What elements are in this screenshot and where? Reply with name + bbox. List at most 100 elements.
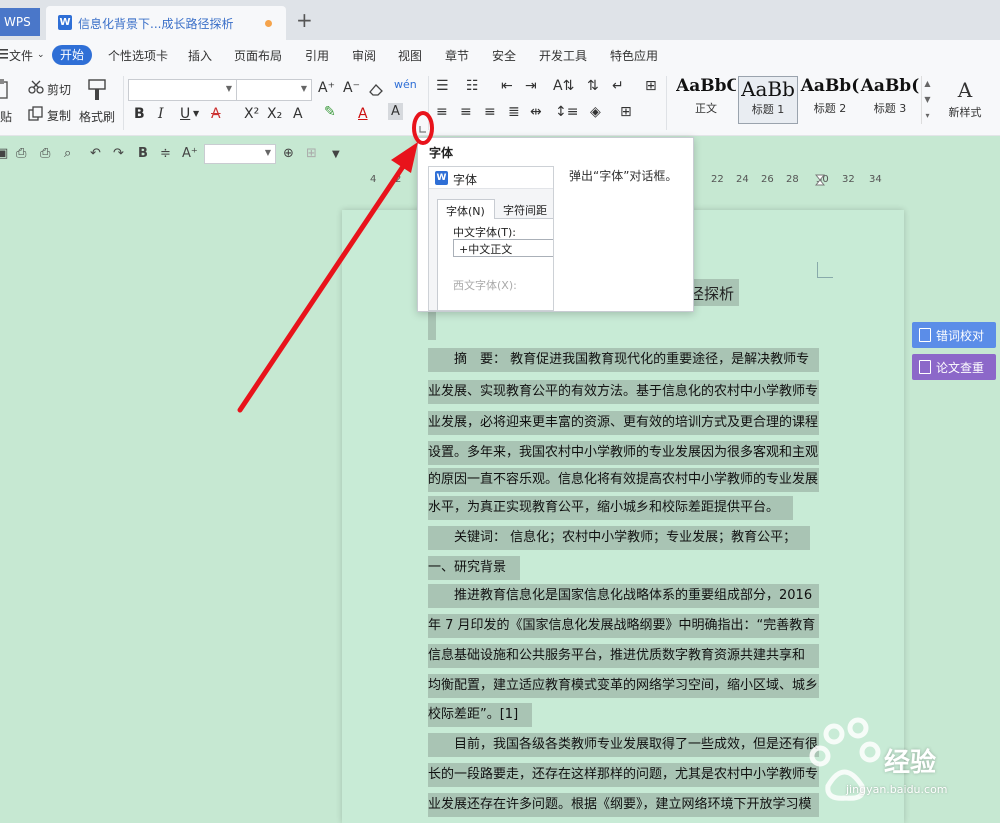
underline-icon[interactable]: U bbox=[180, 106, 190, 122]
scissors-icon[interactable] bbox=[28, 80, 44, 94]
redo-icon[interactable]: ↷ bbox=[113, 146, 124, 161]
new-tab-button[interactable]: + bbox=[296, 8, 313, 32]
file-chevron-down-icon[interactable]: ⌄ bbox=[37, 50, 45, 60]
distributed-align-icon[interactable]: ⇹ bbox=[530, 104, 542, 120]
font-size-combo[interactable]: ▼ bbox=[236, 79, 312, 101]
paragraph-shading-icon[interactable]: ◈ bbox=[590, 104, 601, 120]
selected-blank-line[interactable] bbox=[428, 312, 436, 340]
doc-line[interactable]: 推进教育信息化是国家信息化战略体系的重要组成部分，2016 bbox=[428, 584, 819, 608]
bullet-list-icon[interactable]: ☰ bbox=[436, 78, 449, 94]
copy-button[interactable]: 复制 bbox=[47, 107, 71, 124]
menu-file[interactable]: 文件 bbox=[9, 47, 33, 64]
copy-icon[interactable] bbox=[28, 106, 44, 122]
doc-line[interactable]: 长的一段路要走，还存在这样那样的问题，尤其是农村中小学教师专 bbox=[428, 763, 819, 787]
borders-icon[interactable]: ⊞ bbox=[620, 104, 632, 120]
doc-line[interactable]: 年 7 月印发的《国家信息化发展战略纲要》中明确指出：“完善教育 bbox=[428, 614, 819, 638]
table-tools-icon[interactable]: ⊞ bbox=[645, 78, 657, 94]
text-effect-icon[interactable]: A bbox=[293, 106, 303, 122]
format-painter-button[interactable]: 格式刷 bbox=[79, 108, 115, 125]
style-heading-2[interactable]: AaBb( 标题 2 bbox=[800, 76, 860, 124]
new-style-button[interactable]: A 新样式 bbox=[940, 78, 990, 120]
font-size-dropdown-icon[interactable]: ▼ bbox=[301, 84, 307, 93]
proofread-button[interactable]: 错词校对 bbox=[912, 322, 996, 348]
font-family-combo[interactable]: ▼ bbox=[128, 79, 237, 101]
qa-bold-icon[interactable]: B bbox=[138, 146, 148, 161]
menu-references[interactable]: 引用 bbox=[305, 47, 329, 64]
tab-wps-home[interactable]: WPS bbox=[0, 8, 40, 36]
text-direction-icon[interactable]: A⇅ bbox=[553, 78, 574, 94]
doc-line[interactable]: 业发展还存在许多问题。根据《纲要》，建立网络环境下开放学习模 bbox=[428, 793, 819, 817]
grow-font-icon[interactable]: A⁺ bbox=[318, 80, 335, 96]
style-gallery-scroll[interactable]: ▲ ▼ ▾ bbox=[921, 76, 933, 124]
menu-view[interactable]: 视图 bbox=[398, 47, 422, 64]
doc-line[interactable]: 的原因一直不容乐观。信息化将有效提高农村中小学教师的专业发展 bbox=[428, 468, 819, 492]
tab-document[interactable]: W 信息化背景下...成长路径探析 bbox=[46, 6, 286, 40]
style-heading-1[interactable]: AaBb 标题 1 bbox=[738, 76, 798, 124]
doc-line[interactable]: 关键词： 信息化；农村中小学教师；专业发展；教育公平； bbox=[428, 526, 811, 550]
qa-grid-icon[interactable]: ⊞ bbox=[306, 146, 317, 161]
shrink-font-icon[interactable]: A⁻ bbox=[343, 80, 360, 96]
decrease-indent-icon[interactable]: ⇤ bbox=[501, 78, 513, 94]
doc-heading[interactable]: 一、研究背景 bbox=[428, 556, 521, 580]
bold-icon[interactable]: B bbox=[134, 106, 145, 122]
align-right-icon[interactable]: ≡ bbox=[484, 104, 496, 120]
character-shading-icon[interactable]: A bbox=[388, 103, 403, 120]
doc-line[interactable]: 校际差距”。[1] bbox=[428, 703, 533, 727]
superscript-icon[interactable]: X² bbox=[244, 106, 259, 122]
align-center-icon[interactable]: ≡ bbox=[460, 104, 472, 120]
menu-chapter[interactable]: 章节 bbox=[445, 47, 469, 64]
style-heading-3[interactable]: AaBb( 标题 3 bbox=[860, 76, 920, 124]
numbered-list-icon[interactable]: ☷ bbox=[466, 78, 479, 94]
qa-font-size-dropdown-icon[interactable]: ▼ bbox=[265, 148, 271, 157]
subscript-icon[interactable]: X₂ bbox=[267, 106, 282, 122]
menu-page-layout[interactable]: 页面布局 bbox=[234, 47, 282, 64]
doc-line[interactable]: 业发展，必将迎来更丰富的资源、更有效的培训方式及更合理的课程 bbox=[428, 411, 819, 435]
qa-grow-font-icon[interactable]: A⁺ bbox=[182, 146, 198, 161]
menu-home[interactable]: 开始 bbox=[52, 45, 92, 65]
qa-strikethrough-icon[interactable]: ≑ bbox=[160, 146, 171, 161]
sort-icon[interactable]: ⇅ bbox=[587, 78, 599, 94]
menu-special-apps[interactable]: 特色应用 bbox=[610, 47, 658, 64]
style-normal[interactable]: AaBbC 正文 bbox=[676, 76, 736, 124]
line-spacing-icon[interactable]: ↕≡ bbox=[555, 104, 578, 120]
font-color-icon[interactable]: A bbox=[358, 106, 368, 122]
format-painter-icon[interactable] bbox=[86, 78, 108, 102]
qa-insert-table-icon[interactable]: ⊕ bbox=[283, 146, 294, 161]
print-icon[interactable]: ⎙ bbox=[40, 146, 50, 161]
phonetic-guide-icon[interactable]: wén bbox=[394, 78, 417, 91]
paste-icon[interactable] bbox=[0, 78, 10, 100]
justify-icon[interactable]: ≣ bbox=[508, 104, 520, 120]
menu-custom-tab[interactable]: 个性选项卡 bbox=[108, 47, 168, 64]
strikethrough-icon[interactable]: A bbox=[211, 106, 221, 122]
qa-customize-dropdown-icon[interactable]: ▼ bbox=[332, 149, 340, 160]
italic-icon[interactable]: I bbox=[158, 106, 164, 122]
highlight-pen-icon[interactable]: ✎ bbox=[324, 104, 336, 120]
align-left-icon[interactable]: ≡ bbox=[436, 104, 448, 120]
show-marks-icon[interactable]: ↵ bbox=[612, 78, 624, 94]
doc-line[interactable]: 信息基础设施和公共服务平台，推进优质数字教育资源共建共享和 bbox=[428, 644, 819, 668]
font-family-dropdown-icon[interactable]: ▼ bbox=[226, 84, 232, 93]
zoom-preview-icon[interactable]: ⌕ bbox=[64, 146, 71, 161]
menu-developer[interactable]: 开发工具 bbox=[539, 47, 587, 64]
undo-icon[interactable]: ↶ bbox=[90, 146, 101, 161]
doc-line[interactable]: 均衡配置，建立适应教育模式变革的网络学习空间，缩小区域、城乡、 bbox=[428, 674, 819, 698]
doc-line[interactable]: 业发展、实现教育公平的有效方法。基于信息化的农村中小学教师专 bbox=[428, 380, 819, 404]
doc-line[interactable]: 设置。多年来，我国农村中小学教师的专业发展因为很多客观和主观 bbox=[428, 441, 819, 465]
plagiarism-check-button[interactable]: 论文查重 bbox=[912, 354, 996, 380]
clear-format-eraser-icon[interactable] bbox=[368, 82, 384, 96]
cut-button[interactable]: 剪切 bbox=[47, 81, 71, 98]
qa-font-size-combo[interactable]: ▼ bbox=[204, 144, 276, 164]
save-icon[interactable]: ▣ bbox=[0, 146, 8, 161]
right-indent-marker-icon[interactable] bbox=[815, 174, 825, 186]
doc-line[interactable]: 目前，我国各级各类教师专业发展取得了一些成效，但是还有很 bbox=[428, 733, 819, 757]
menu-security[interactable]: 安全 bbox=[492, 47, 516, 64]
menu-insert[interactable]: 插入 bbox=[188, 47, 212, 64]
doc-line[interactable]: 摘 要： 教育促进我国教育现代化的重要途径，是解决教师专 bbox=[428, 348, 819, 372]
increase-indent-icon[interactable]: ⇥ bbox=[525, 78, 537, 94]
paste-button-label[interactable]: 贴 bbox=[0, 108, 12, 125]
underline-dropdown-icon[interactable]: ▼ bbox=[193, 109, 199, 118]
doc-line[interactable]: 水平，为真正实现教育公平，缩小城乡和校际差距提供平台。 bbox=[428, 496, 794, 520]
menu-review[interactable]: 审阅 bbox=[352, 47, 376, 64]
print-preview-icon[interactable]: ⎙ bbox=[16, 146, 26, 161]
font-dialog-launcher-icon[interactable] bbox=[418, 124, 428, 134]
